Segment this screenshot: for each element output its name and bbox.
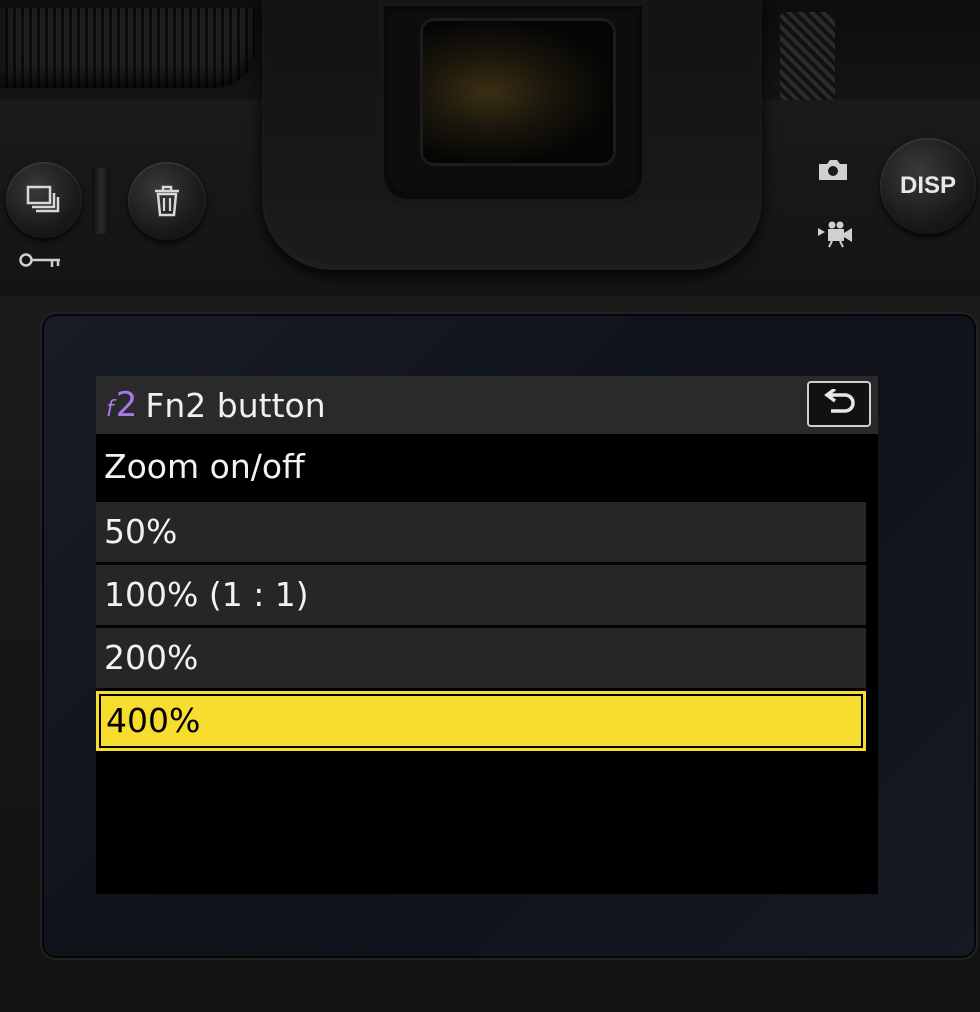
- button-divider: [92, 168, 110, 234]
- menu-number: 2: [115, 385, 138, 425]
- zoom-options-list: 50% 100% (1 : 1) 200% 400%: [96, 502, 866, 754]
- disp-button[interactable]: DISP: [880, 138, 976, 234]
- photo-mode-icon: [819, 160, 847, 180]
- sub-dial[interactable]: [780, 12, 835, 108]
- trash-icon: [155, 185, 179, 217]
- back-button[interactable]: [807, 381, 871, 427]
- setting-title: Zoom on/off: [104, 447, 305, 486]
- return-arrow-icon: [824, 389, 855, 413]
- option-50[interactable]: 50%: [96, 502, 866, 562]
- delete-button[interactable]: [128, 162, 206, 240]
- disp-label: DISP: [899, 172, 956, 199]
- key-icon: [19, 253, 60, 267]
- page-title: Fn2 button: [145, 385, 326, 425]
- viewfinder-glass: [420, 18, 616, 166]
- option-400[interactable]: 400%: [96, 691, 866, 751]
- playback-icon: [26, 185, 60, 213]
- option-200[interactable]: 200%: [96, 628, 866, 688]
- video-mode-icon: [818, 221, 852, 248]
- playback-button[interactable]: [6, 162, 82, 238]
- menu-screen: f 2 Fn2 button Zoom on/off 50% 100% (1 :…: [96, 376, 878, 894]
- command-dial[interactable]: [0, 8, 255, 88]
- menu-header: f 2 Fn2 button: [96, 376, 878, 434]
- menu-letter: f: [106, 397, 114, 422]
- option-100[interactable]: 100% (1 : 1): [96, 565, 866, 625]
- custom-settings-menu-icon: f 2: [106, 385, 137, 425]
